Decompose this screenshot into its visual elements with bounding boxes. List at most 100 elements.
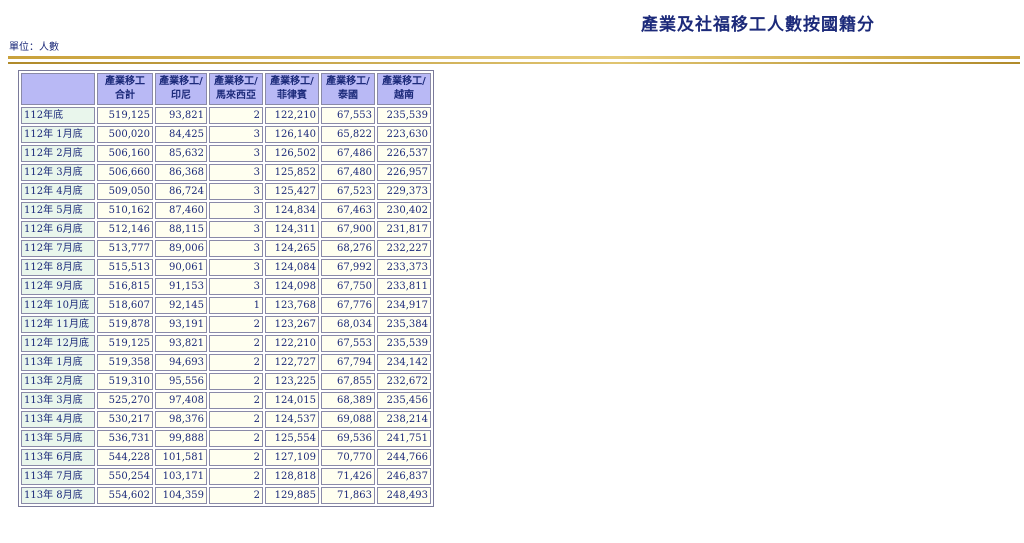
cell-indonesia: 89,006 xyxy=(155,240,207,257)
cell-vietnam: 238,214 xyxy=(377,411,431,428)
cell-thailand: 67,794 xyxy=(321,354,375,371)
cell-vietnam: 234,917 xyxy=(377,297,431,314)
cell-indonesia: 86,368 xyxy=(155,164,207,181)
cell-total: 506,660 xyxy=(97,164,153,181)
cell-malaysia: 3 xyxy=(209,126,263,143)
cell-thailand: 67,992 xyxy=(321,259,375,276)
table-row: 113年 8月底 554,602 104,359 2 129,885 71,863 248,… xyxy=(21,487,431,504)
cell-total: 500,020 xyxy=(97,126,153,143)
cell-indonesia: 94,693 xyxy=(155,354,207,371)
cell-thailand: 67,855 xyxy=(321,373,375,390)
cell-total: 519,125 xyxy=(97,107,153,124)
cell-total: 506,160 xyxy=(97,145,153,162)
cell-indonesia: 92,145 xyxy=(155,297,207,314)
cell-philippines: 125,852 xyxy=(265,164,319,181)
cell-total: 510,162 xyxy=(97,202,153,219)
cell-indonesia: 98,376 xyxy=(155,411,207,428)
cell-period: 112年 1月底 xyxy=(21,126,95,143)
cell-malaysia: 2 xyxy=(209,354,263,371)
cell-vietnam: 233,811 xyxy=(377,278,431,295)
cell-philippines: 122,210 xyxy=(265,107,319,124)
cell-malaysia: 3 xyxy=(209,221,263,238)
cell-total: 550,254 xyxy=(97,468,153,485)
cell-vietnam: 226,537 xyxy=(377,145,431,162)
table-row: 112年 7月底 513,777 89,006 3 124,265 68,276 232,2… xyxy=(21,240,431,257)
cell-period: 113年 7月底 xyxy=(21,468,95,485)
header-indonesia: 產業移工/印尼 xyxy=(155,73,207,105)
table-row: 112年 8月底 515,513 90,061 3 124,084 67,992 233,3… xyxy=(21,259,431,276)
cell-philippines: 129,885 xyxy=(265,487,319,504)
cell-malaysia: 2 xyxy=(209,392,263,409)
cell-total: 519,125 xyxy=(97,335,153,352)
cell-period: 112年 10月底 xyxy=(21,297,95,314)
cell-total: 519,358 xyxy=(97,354,153,371)
cell-indonesia: 104,359 xyxy=(155,487,207,504)
table-row: 112年底 519,125 93,821 2 122,210 67,553 235,539 xyxy=(21,107,431,124)
cell-malaysia: 2 xyxy=(209,335,263,352)
cell-philippines: 122,727 xyxy=(265,354,319,371)
cell-philippines: 123,225 xyxy=(265,373,319,390)
cell-malaysia: 2 xyxy=(209,316,263,333)
cell-malaysia: 3 xyxy=(209,259,263,276)
cell-philippines: 122,210 xyxy=(265,335,319,352)
cell-thailand: 71,426 xyxy=(321,468,375,485)
cell-thailand: 69,536 xyxy=(321,430,375,447)
cell-total: 516,815 xyxy=(97,278,153,295)
cell-vietnam: 232,672 xyxy=(377,373,431,390)
cell-philippines: 127,109 xyxy=(265,449,319,466)
cell-thailand: 67,486 xyxy=(321,145,375,162)
table-row: 112年 2月底 506,160 85,632 3 126,502 67,486 226,5… xyxy=(21,145,431,162)
cell-philippines: 124,265 xyxy=(265,240,319,257)
header-line1: 產業移工/ xyxy=(159,76,203,87)
cell-thailand: 67,776 xyxy=(321,297,375,314)
cell-philippines: 124,084 xyxy=(265,259,319,276)
table-row: 112年 6月底 512,146 88,115 3 124,311 67,900 231,8… xyxy=(21,221,431,238)
cell-indonesia: 86,724 xyxy=(155,183,207,200)
cell-period: 113年 6月底 xyxy=(21,449,95,466)
cell-period: 112年 12月底 xyxy=(21,335,95,352)
cell-philippines: 124,311 xyxy=(265,221,319,238)
cell-total: 525,270 xyxy=(97,392,153,409)
header-vietnam: 產業移工/越南 xyxy=(377,73,431,105)
header-line1: 產業移工 xyxy=(105,76,145,87)
table-row: 112年 5月底 510,162 87,460 3 124,834 67,463 230,4… xyxy=(21,202,431,219)
cell-vietnam: 226,957 xyxy=(377,164,431,181)
header-line2: 馬來西亞 xyxy=(216,90,256,101)
cell-indonesia: 85,632 xyxy=(155,145,207,162)
cell-malaysia: 3 xyxy=(209,164,263,181)
cell-period: 113年 5月底 xyxy=(21,430,95,447)
header-line2: 印尼 xyxy=(171,90,191,101)
cell-malaysia: 3 xyxy=(209,183,263,200)
cell-indonesia: 99,888 xyxy=(155,430,207,447)
header-line2: 泰國 xyxy=(338,90,358,101)
cell-period: 112年 5月底 xyxy=(21,202,95,219)
table-row: 113年 7月底 550,254 103,171 2 128,818 71,426 246,… xyxy=(21,468,431,485)
cell-period: 113年 2月底 xyxy=(21,373,95,390)
cell-period: 113年 4月底 xyxy=(21,411,95,428)
header-malaysia: 產業移工/馬來西亞 xyxy=(209,73,263,105)
header-thailand: 產業移工/泰國 xyxy=(321,73,375,105)
cell-vietnam: 241,751 xyxy=(377,430,431,447)
cell-vietnam: 232,227 xyxy=(377,240,431,257)
cell-indonesia: 87,460 xyxy=(155,202,207,219)
header-philippines: 產業移工/菲律賓 xyxy=(265,73,319,105)
cell-vietnam: 248,493 xyxy=(377,487,431,504)
cell-period: 112年 4月底 xyxy=(21,183,95,200)
cell-vietnam: 233,373 xyxy=(377,259,431,276)
data-table-container: 產業移工 合計 產業移工/印尼 產業移工/馬來西亞 產業移工/菲律賓 產業移工/泰國 產業移… xyxy=(18,70,434,507)
cell-malaysia: 2 xyxy=(209,411,263,428)
cell-total: 519,878 xyxy=(97,316,153,333)
cell-period: 113年 3月底 xyxy=(21,392,95,409)
cell-vietnam: 234,142 xyxy=(377,354,431,371)
table-row: 113年 4月底 530,217 98,376 2 124,537 69,088 238,2… xyxy=(21,411,431,428)
cell-malaysia: 3 xyxy=(209,278,263,295)
table-row: 112年 10月底 518,607 92,145 1 123,768 67,776 234,… xyxy=(21,297,431,314)
cell-period: 113年 1月底 xyxy=(21,354,95,371)
cell-philippines: 123,768 xyxy=(265,297,319,314)
cell-vietnam: 235,539 xyxy=(377,107,431,124)
cell-malaysia: 3 xyxy=(209,145,263,162)
cell-malaysia: 2 xyxy=(209,487,263,504)
cell-vietnam: 235,384 xyxy=(377,316,431,333)
cell-malaysia: 2 xyxy=(209,373,263,390)
cell-vietnam: 244,766 xyxy=(377,449,431,466)
